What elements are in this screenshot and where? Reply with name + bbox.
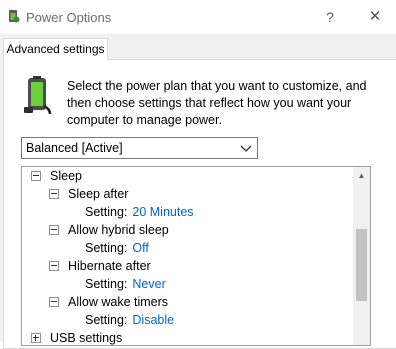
tree-item-hibernate-after[interactable]: Hibernate after	[49, 257, 151, 275]
setting-row-hibernate-after[interactable]: Setting: Never	[85, 275, 166, 293]
collapse-icon[interactable]	[49, 188, 59, 199]
setting-row-wake-timers[interactable]: Setting: Disable	[85, 311, 174, 329]
settings-tree[interactable]: Sleep Sleep after Setting: 20 Minutes All…	[21, 166, 371, 346]
tree-item-label: USB settings	[50, 331, 123, 345]
setting-label: Setting:	[85, 313, 128, 327]
collapse-icon[interactable]	[49, 224, 59, 235]
tab-advanced-settings[interactable]: Advanced settings	[3, 38, 108, 60]
tree-item-sleep-after[interactable]: Sleep after	[49, 185, 128, 203]
scroll-thumb[interactable]	[356, 229, 367, 301]
setting-label: Setting:	[85, 205, 128, 219]
power-options-icon	[9, 10, 20, 23]
window-title: Power Options	[26, 10, 112, 25]
setting-value-link[interactable]: Never	[132, 277, 165, 291]
setting-row-sleep-after[interactable]: Setting: 20 Minutes	[85, 203, 194, 221]
title-bar: Power Options ? ✕	[0, 0, 396, 34]
setting-label: Setting:	[85, 277, 128, 291]
power-plan-dropdown[interactable]: Balanced [Active]	[21, 137, 258, 159]
tree-item-label: Allow wake timers	[68, 295, 169, 309]
power-plan-selected: Balanced [Active]	[26, 141, 123, 155]
instructions-text: Select the power plan that you want to c…	[67, 79, 367, 127]
tree-item-sleep[interactable]: Sleep	[31, 167, 82, 185]
scroll-up-arrow-icon[interactable]: ▲	[353, 167, 370, 184]
power-plan-icon	[24, 76, 52, 115]
setting-value-link[interactable]: 20 Minutes	[132, 205, 193, 219]
help-button[interactable]: ?	[318, 4, 342, 30]
setting-value-link[interactable]: Disable	[132, 313, 174, 327]
tree-item-label: Hibernate after	[68, 259, 151, 273]
setting-row-hybrid-sleep[interactable]: Setting: Off	[85, 239, 149, 257]
chevron-down-icon	[240, 145, 252, 152]
collapse-icon[interactable]	[49, 296, 59, 307]
collapse-icon[interactable]	[49, 260, 59, 271]
setting-value-link[interactable]: Off	[132, 241, 148, 255]
collapse-icon[interactable]	[31, 170, 41, 181]
tree-item-label: Allow hybrid sleep	[68, 223, 169, 237]
tree-item-wake-timers[interactable]: Allow wake timers	[49, 293, 168, 311]
tree-item-usb-settings[interactable]: USB settings	[31, 329, 123, 345]
vertical-scrollbar[interactable]: ▲	[353, 167, 370, 345]
tree-item-label: Sleep after	[68, 187, 129, 201]
setting-label: Setting:	[85, 241, 128, 255]
expand-icon[interactable]	[31, 332, 41, 343]
close-button[interactable]: ✕	[360, 4, 390, 30]
tree-item-label: Sleep	[50, 169, 82, 183]
tree-item-hybrid-sleep[interactable]: Allow hybrid sleep	[49, 221, 169, 239]
